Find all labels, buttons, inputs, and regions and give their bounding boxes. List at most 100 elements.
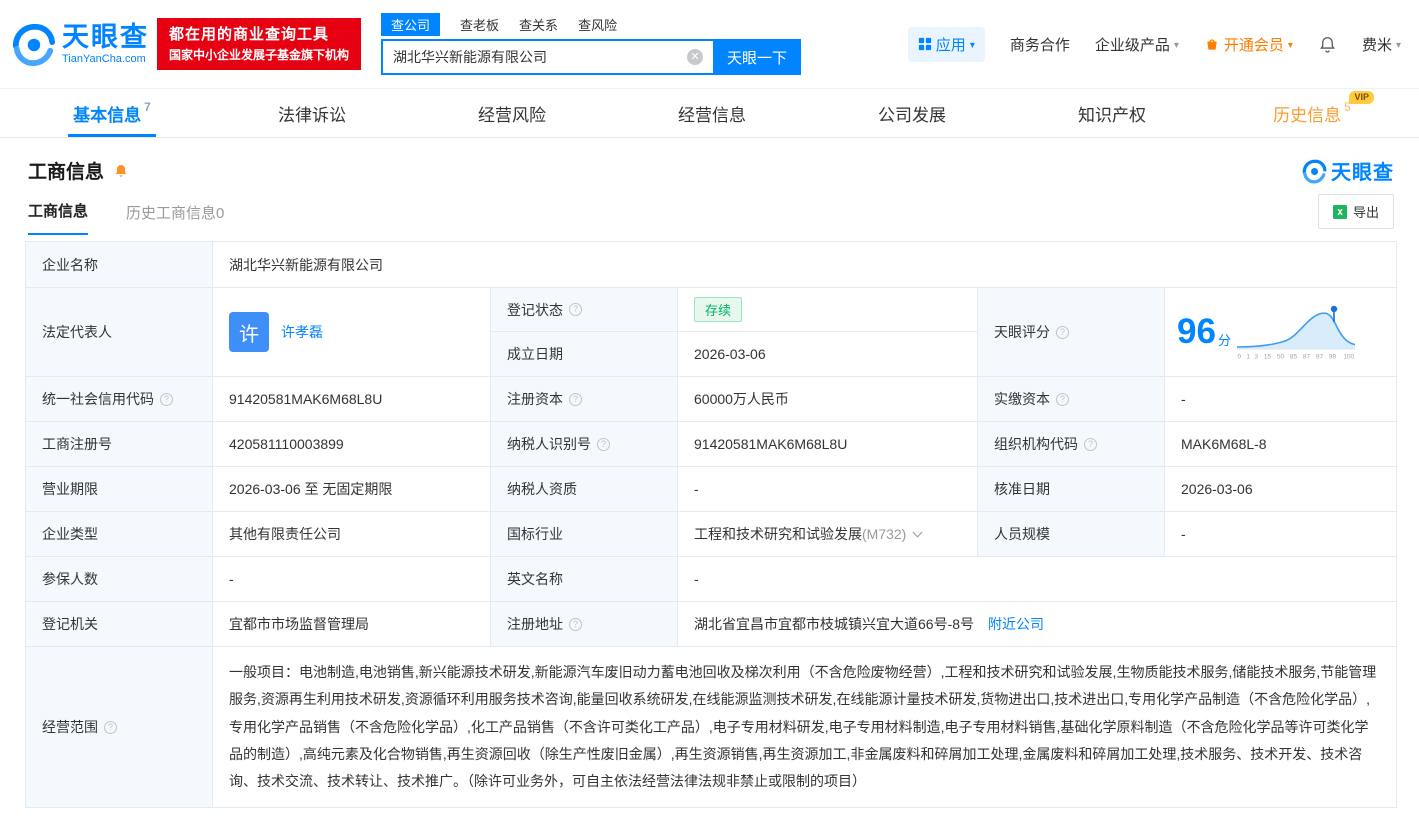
- tab-intellectual-property-label: 知识产权: [1078, 105, 1146, 125]
- help-icon[interactable]: ?: [1084, 437, 1097, 451]
- paid-capital-value: -: [1181, 391, 1186, 407]
- company-section-tabs: 基本信息 7 法律诉讼 经营风险 经营信息 公司发展 知识产权 VIP 历史信息…: [0, 88, 1419, 138]
- reg-capital-label: 注册资本 ?: [491, 377, 678, 421]
- staff-size-value: -: [1181, 526, 1186, 542]
- table-row: 营业期限 2026-03-06 至 无固定期限 纳税人资质 - 核准日期 202…: [26, 467, 1396, 512]
- taxpayer-id-value: 91420581MAK6M68L8U: [678, 422, 978, 466]
- tab-operation-info[interactable]: 经营信息: [612, 89, 812, 137]
- establish-date-value: 2026-03-06: [678, 332, 978, 376]
- credit-code-label-text: 统一社会信用代码: [42, 391, 154, 407]
- tab-history-info-count: 5: [1344, 100, 1351, 114]
- nearby-companies-link[interactable]: 附近公司: [988, 614, 1044, 634]
- address-label-text: 注册地址: [507, 616, 563, 632]
- notification-bell-icon[interactable]: [1318, 35, 1337, 54]
- tab-company-development[interactable]: 公司发展: [812, 89, 1012, 137]
- user-menu[interactable]: 费米 ▾: [1362, 34, 1401, 55]
- tianyan-score-label: 天眼评分 ?: [978, 288, 1165, 376]
- status-badge: 存续: [694, 297, 743, 322]
- tab-basic-info-count: 7: [144, 100, 151, 114]
- help-icon[interactable]: ?: [569, 617, 582, 631]
- caret-down-icon: ▾: [1287, 39, 1293, 51]
- tab-operation-risk-label: 经营风险: [478, 105, 546, 125]
- subtab-business-info[interactable]: 工商信息: [28, 200, 89, 235]
- top-header: 天眼查 TianYanCha.com 都在用的商业查询工具 国家中小企业发展子基…: [0, 0, 1419, 88]
- tab-intellectual-property[interactable]: 知识产权: [1012, 89, 1212, 137]
- tab-history-info[interactable]: VIP 历史信息 5: [1212, 89, 1412, 137]
- tab-operation-risk[interactable]: 经营风险: [412, 89, 612, 137]
- taxpayer-id-label: 纳税人识别号 ?: [491, 422, 678, 466]
- excel-icon: [1332, 204, 1347, 219]
- vip-upgrade-menu[interactable]: 开通会员 ▾: [1204, 34, 1293, 55]
- business-term-label: 营业期限: [26, 467, 213, 511]
- legal-rep-link[interactable]: 许孝磊: [281, 322, 323, 342]
- slogan-line1: 都在用的商业查询工具: [169, 25, 330, 43]
- business-cooperation-link[interactable]: 商务合作: [1010, 34, 1070, 55]
- tianyancha-logo-icon: [10, 21, 56, 67]
- clear-search-icon[interactable]: ✕: [687, 49, 704, 65]
- help-icon[interactable]: ?: [1056, 325, 1069, 339]
- table-row: 企业类型 其他有限责任公司 国标行业 工程和技术研究和试验发展 (M732) 人…: [26, 512, 1396, 557]
- english-name-value: -: [694, 571, 699, 587]
- tab-operation-info-label: 经营信息: [678, 105, 746, 125]
- paid-capital-label-text: 实缴资本: [994, 391, 1050, 407]
- score-chart: 0 1 3 15 50 85 87 97 99 100: [1236, 304, 1355, 361]
- watermark-brand-name: 天眼查: [1331, 162, 1394, 184]
- help-icon[interactable]: ?: [1056, 392, 1069, 406]
- subtab-history-business-info[interactable]: 历史工商信息0: [126, 202, 224, 235]
- org-code-label-text: 组织机构代码: [994, 436, 1078, 452]
- help-icon[interactable]: ?: [569, 303, 582, 316]
- staff-size-label: 人员规模: [978, 512, 1165, 556]
- help-icon[interactable]: ?: [569, 392, 582, 406]
- search-tab-boss[interactable]: 查老板: [460, 13, 499, 36]
- tab-basic-info-label: 基本信息: [73, 105, 142, 125]
- tab-legal-litigation-label: 法律诉讼: [278, 105, 346, 125]
- reg-status-label: 登记状态 ?: [491, 288, 678, 332]
- table-row: 法定代表人 许 许孝磊 登记状态 ? 存续 成立日期 2026-03-06 天眼…: [26, 288, 1396, 377]
- vip-badge: VIP: [1349, 91, 1374, 104]
- business-scope-label-text: 经营范围: [42, 719, 98, 736]
- tianyancha-logo[interactable]: 天眼查 TianYanCha.com: [10, 21, 149, 67]
- slogan-banner: 都在用的商业查询工具 国家中小企业发展子基金旗下机构: [157, 17, 362, 71]
- business-info-subtabs: 工商信息 历史工商信息0 导出: [0, 189, 1419, 235]
- score-unit: 分: [1217, 332, 1231, 348]
- export-label: 导出: [1352, 205, 1379, 220]
- credit-code-value: 91420581MAK6M68L8U: [213, 377, 491, 421]
- shopping-bag-icon: [1204, 36, 1220, 52]
- tab-history-info-label: 历史信息: [1273, 105, 1342, 125]
- business-scope-text: 一般项目：电池制造,电池销售,新兴能源技术研发,新能源汽车废旧动力蓄电池回收及梯…: [229, 664, 1377, 790]
- help-icon[interactable]: ?: [160, 392, 173, 406]
- help-icon[interactable]: ?: [597, 437, 610, 451]
- org-code-value: MAK6M68L-8: [1181, 436, 1267, 452]
- table-row: 统一社会信用代码 ? 91420581MAK6M68L8U 注册资本 ? 600…: [26, 377, 1396, 422]
- export-button[interactable]: 导出: [1317, 194, 1394, 229]
- reg-capital-label-text: 注册资本: [507, 391, 563, 407]
- tab-legal-litigation[interactable]: 法律诉讼: [212, 89, 412, 137]
- industry-name: 工程和技术研究和试验发展: [694, 526, 862, 542]
- establish-date-label: 成立日期: [491, 332, 678, 376]
- legal-rep-avatar[interactable]: 许: [229, 312, 269, 352]
- industry-expand-chevron-icon[interactable]: [912, 527, 923, 537]
- insured-count-value: -: [213, 557, 491, 601]
- paid-capital-label: 实缴资本 ?: [978, 377, 1165, 421]
- taxpayer-quality-label: 纳税人资质: [491, 467, 678, 511]
- header-right-nav: 应用 ▾ 商务合作 企业级产品 ▾ 开通会员 ▾ 费米 ▾: [907, 26, 1401, 62]
- apps-menu[interactable]: 应用 ▾: [907, 26, 985, 62]
- approval-date-label: 核准日期: [978, 467, 1165, 511]
- tianyancha-logo-icon-small: [1302, 159, 1327, 183]
- search-tab-company[interactable]: 查公司: [381, 13, 441, 36]
- subscribe-bell-icon[interactable]: [113, 163, 129, 179]
- enterprise-products-menu[interactable]: 企业级产品 ▾: [1095, 34, 1179, 55]
- tab-basic-info[interactable]: 基本信息 7: [12, 89, 212, 137]
- search-submit-button[interactable]: 天眼一下: [713, 39, 802, 75]
- help-icon[interactable]: ?: [104, 720, 117, 734]
- grid-icon: [918, 37, 932, 51]
- taxpayer-quality-value: -: [678, 467, 978, 511]
- taxpayer-id-label-text: 纳税人识别号: [507, 436, 591, 452]
- table-row: 工商注册号 420581110003899 纳税人识别号 ? 91420581M…: [26, 422, 1396, 467]
- legal-rep-label: 法定代表人: [26, 288, 213, 376]
- search-tab-relation[interactable]: 查关系: [519, 13, 558, 36]
- search-tab-risk[interactable]: 查风险: [578, 13, 617, 36]
- address-text: 湖北省宜昌市宜都市枝城镇兴宜大道66号-8号: [694, 616, 975, 632]
- reg-number-value: 420581110003899: [213, 422, 491, 466]
- company-search-input[interactable]: [381, 39, 714, 75]
